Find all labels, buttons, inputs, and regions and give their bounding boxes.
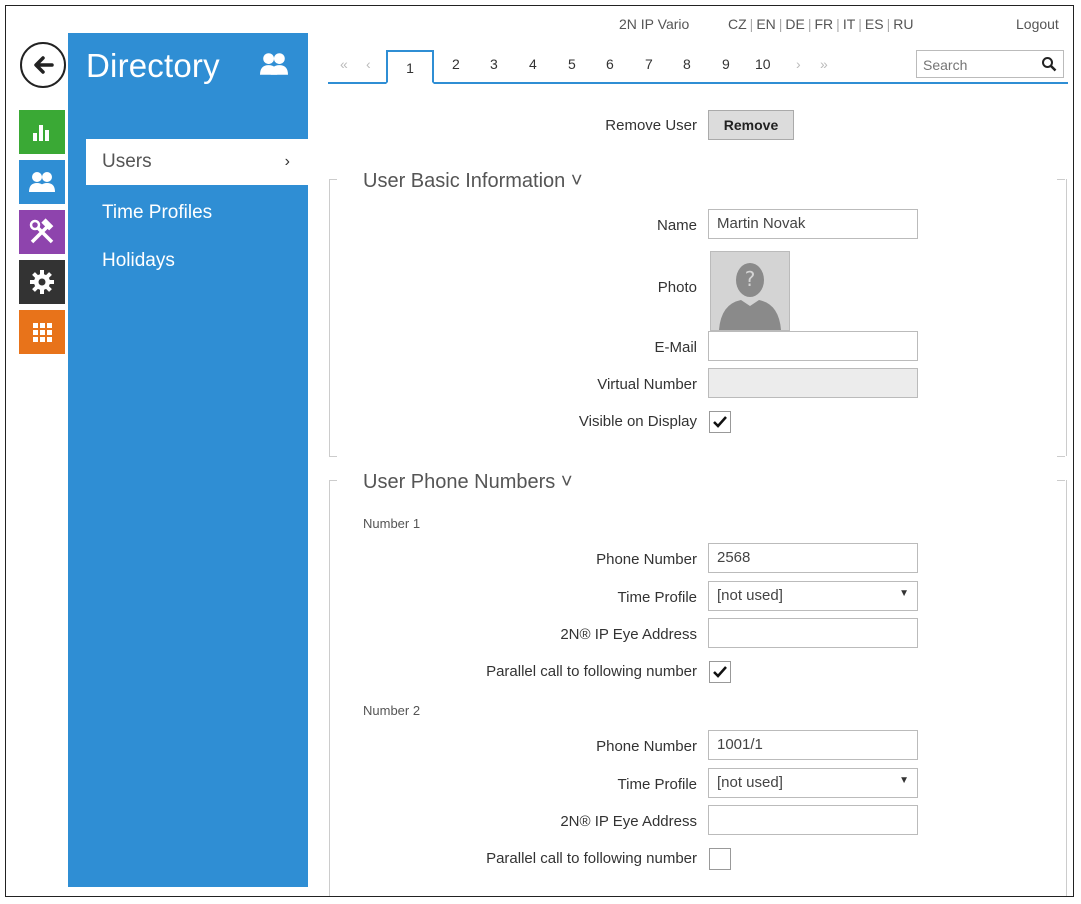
sidebar-item-label: Time Profiles (102, 202, 213, 223)
email-label: E-Mail (654, 339, 697, 356)
status-chart-icon[interactable] (19, 110, 65, 154)
gear-icon (30, 270, 54, 294)
logout-link[interactable]: Logout (1016, 16, 1059, 32)
time-profile-value: [not used] (717, 587, 783, 604)
visible-on-display-checkbox[interactable] (709, 411, 731, 433)
directory-users-icon[interactable] (19, 160, 65, 204)
photo-placeholder[interactable]: ? (710, 251, 790, 331)
pager-page[interactable]: 9 (722, 56, 730, 72)
email-field[interactable] (708, 331, 918, 361)
pager-page[interactable]: 7 (645, 56, 653, 72)
time-profile-label: Time Profile (617, 776, 697, 793)
lang-en[interactable]: EN (756, 16, 775, 32)
pager-first[interactable]: « (340, 56, 348, 72)
grid-icon (33, 323, 52, 342)
chart-icon (33, 125, 49, 141)
ip-eye-address-2-field[interactable] (708, 805, 918, 835)
number-1-heading: Number 1 (363, 516, 421, 531)
phone-number-label: Phone Number (596, 738, 697, 755)
checkmark-icon (713, 416, 727, 428)
pager-page[interactable]: 4 (529, 56, 537, 72)
settings-gear-icon[interactable] (19, 260, 65, 304)
back-arrow-icon (34, 56, 54, 74)
number-2-heading: Number 2 (363, 703, 421, 718)
phone-number-1-field[interactable]: 2568 (708, 543, 918, 573)
sidebar-item-users[interactable]: Users › (86, 139, 308, 185)
sidebar: Directory Users › Time Profiles Holidays (68, 33, 308, 887)
search-icon[interactable] (1041, 56, 1057, 72)
sidebar-item-time-profiles[interactable]: Time Profiles (68, 190, 308, 236)
name-field[interactable]: Martin Novak (708, 209, 918, 239)
chevron-right-icon: › (284, 153, 290, 170)
sidebar-item-holidays[interactable]: Holidays (68, 238, 308, 284)
parallel-call-label: Parallel call to following number (486, 850, 697, 867)
tools-icon (29, 218, 54, 244)
svg-text:?: ? (745, 267, 756, 291)
lang-ru[interactable]: RU (893, 16, 913, 32)
phone-number-label: Phone Number (596, 551, 697, 568)
sidebar-item-label: Holidays (102, 250, 175, 271)
phone-numbers-title[interactable]: User Phone Numbers ˅ (363, 471, 573, 494)
services-grid-icon[interactable] (19, 310, 65, 354)
name-label: Name (656, 217, 697, 234)
time-profile-1-select[interactable]: [not used] ▼ (708, 581, 918, 611)
lang-it[interactable]: IT (843, 16, 855, 32)
phone-number-2-field[interactable]: 1001/1 (708, 730, 918, 760)
pager-page[interactable]: 10 (755, 56, 771, 72)
lang-fr[interactable]: FR (815, 16, 834, 32)
time-profile-label: Time Profile (617, 589, 697, 606)
pager-page-active[interactable]: 1 (386, 50, 434, 84)
sidebar-item-label: Users (102, 151, 152, 172)
checkmark-icon (713, 666, 727, 678)
unknown-person-icon: ? (711, 252, 789, 330)
pager-last[interactable]: » (820, 56, 828, 72)
pager-page[interactable]: 3 (490, 56, 498, 72)
app-window: Directory Users › Time Profiles Holidays… (5, 5, 1074, 897)
users-icon (29, 172, 55, 192)
dropdown-arrow-icon: ▼ (899, 775, 909, 786)
pager-page[interactable]: 2 (452, 56, 460, 72)
pager-page[interactable]: 8 (683, 56, 691, 72)
time-profile-2-select[interactable]: [not used] ▼ (708, 768, 918, 798)
virtual-number-field (708, 368, 918, 398)
ip-eye-address-label: 2N® IP Eye Address (560, 813, 697, 830)
hardware-tools-icon[interactable] (19, 210, 65, 254)
search-box (916, 50, 1064, 78)
remove-button[interactable]: Remove (708, 110, 794, 140)
ip-eye-address-1-field[interactable] (708, 618, 918, 648)
pager-next[interactable]: › (796, 56, 801, 72)
dropdown-arrow-icon: ▼ (899, 588, 909, 599)
search-input[interactable] (921, 52, 1035, 78)
lang-de[interactable]: DE (785, 16, 804, 32)
device-name: 2N IP Vario (619, 16, 690, 32)
phone-numbers-section (329, 480, 1067, 896)
time-profile-value: [not used] (717, 774, 783, 791)
pager-page[interactable]: 6 (606, 56, 614, 72)
ip-eye-address-label: 2N® IP Eye Address (560, 626, 697, 643)
pager-prev[interactable]: ‹ (366, 56, 371, 72)
lang-es[interactable]: ES (865, 16, 884, 32)
language-switcher: CZ | EN | DE | FR | IT | ES | RU (728, 16, 914, 32)
page-title: Directory (86, 47, 220, 84)
basic-info-title[interactable]: User Basic Information ˅ (363, 170, 583, 193)
parallel-call-1-checkbox[interactable] (709, 661, 731, 683)
user-pager: « ‹ 1 2 3 4 5 6 7 8 9 10 › » (328, 48, 1068, 84)
parallel-call-label: Parallel call to following number (486, 663, 697, 680)
back-button[interactable] (20, 42, 66, 88)
photo-label: Photo (657, 279, 697, 296)
virtual-number-label: Virtual Number (597, 376, 697, 393)
lang-cz[interactable]: CZ (728, 16, 747, 32)
directory-title-icon (260, 53, 288, 75)
visible-on-display-label: Visible on Display (578, 413, 697, 430)
pager-page[interactable]: 5 (568, 56, 576, 72)
remove-user-label: Remove User (605, 117, 697, 134)
parallel-call-2-checkbox[interactable] (709, 848, 731, 870)
